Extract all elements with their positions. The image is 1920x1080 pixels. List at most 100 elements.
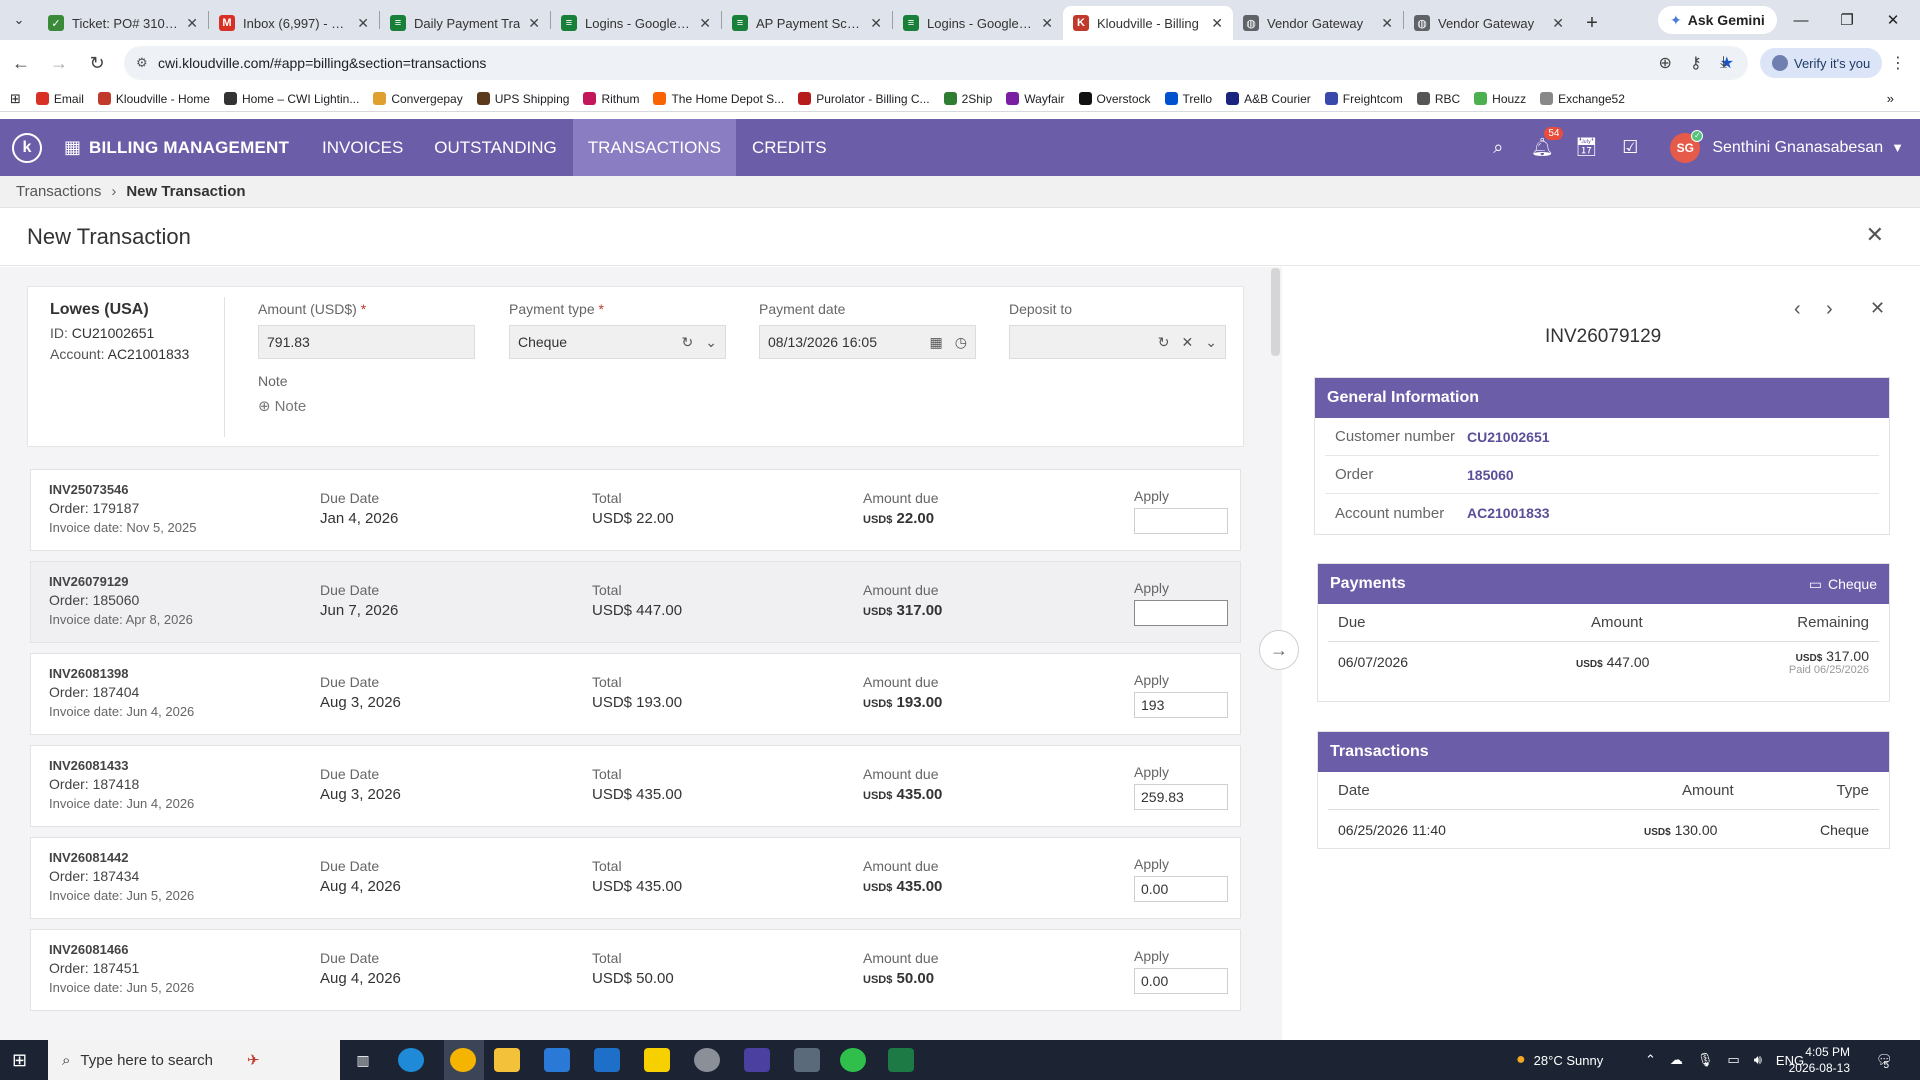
apply-amount-input[interactable] [1134,784,1228,810]
file-explorer-icon[interactable] [494,1048,520,1072]
apply-amount-input[interactable] [1134,508,1228,534]
sticky-notes-icon[interactable] [644,1048,670,1072]
arrow-right-icon[interactable]: → [1259,630,1299,670]
browser-tab[interactable]: K Kloudville - Billing ✕ [1063,6,1233,40]
close-panel-icon[interactable]: ✕ [1870,298,1885,319]
store-icon[interactable] [544,1048,570,1072]
tab-close-icon[interactable]: ✕ [1552,15,1564,32]
payment-date-input[interactable]: 08/13/2026 16:05 ▦ ◷ [759,325,976,359]
restore-icon[interactable]: ❐ [1824,0,1870,40]
clock-icon[interactable]: ◷ [955,334,967,351]
nav-tab-invoices[interactable]: INVOICES [307,119,418,176]
chevron-down-icon[interactable]: ⌄ [1205,334,1217,351]
bookmark-item[interactable]: Convergepay [366,92,469,106]
site-info-icon[interactable]: ⚙ [136,55,148,71]
browser-tab[interactable]: M Inbox (6,997) - acc ✕ [209,6,379,40]
invoice-row[interactable]: INV26081466 Order: 187451 Invoice date: Ju… [30,929,1241,1011]
invoice-number[interactable]: INV25073546 [49,482,129,497]
tab-close-icon[interactable]: ✕ [699,15,711,32]
invoice-number[interactable]: INV26079129 [49,574,129,589]
back-icon[interactable]: ← [4,46,38,80]
password-key-icon[interactable]: ⚷ [1690,53,1702,73]
windows-start-icon[interactable]: ⊞ [12,1050,27,1071]
apps-grid-icon[interactable]: ⊞ [10,91,21,107]
browser-tab[interactable]: ≡ Logins - Google Sh ✕ [893,6,1063,40]
calendar-icon[interactable]: ▦ [930,334,943,351]
bookmark-item[interactable]: Kloudville - Home [91,92,217,106]
chevron-down-icon[interactable]: ▼ [1891,140,1904,155]
kloudville-logo[interactable]: k [12,132,42,163]
tab-close-icon[interactable]: ✕ [357,15,369,32]
edge-icon[interactable] [398,1048,424,1072]
bookmark-item[interactable]: UPS Shipping [470,92,577,106]
bookmark-item[interactable]: Trello [1158,92,1220,106]
app-grid-icon[interactable]: ▦ [64,137,81,158]
deposit-to-select[interactable]: ↻ ✕ ⌄ [1009,325,1226,359]
general-info-value[interactable]: AC21001833 [1467,505,1550,521]
volume-icon[interactable]: 🔊︎ [1754,1052,1762,1068]
chevron-down-icon[interactable]: ⌄ [705,334,717,351]
nav-tab-transactions[interactable]: TRANSACTIONS [572,119,736,176]
chrome-icon[interactable] [450,1048,476,1072]
amount-input[interactable]: 791.83 [258,325,475,359]
close-icon[interactable]: ✕ [1866,222,1884,248]
apply-amount-input[interactable] [1134,876,1228,902]
invoice-row[interactable]: INV26079129 Order: 185060 Invoice date: Ap… [30,561,1241,643]
browser-tab[interactable]: ≡ Daily Payment Tra ✕ [380,6,550,40]
cloud-icon[interactable]: ☁ [1670,1052,1683,1068]
tab-close-icon[interactable]: ✕ [1381,15,1393,32]
chevron-up-icon[interactable]: ⌃ [1645,1052,1656,1068]
task-view-icon[interactable]: ▥ [350,1048,376,1072]
next-invoice-icon[interactable]: › [1826,298,1833,321]
apply-amount-input[interactable] [1134,692,1228,718]
bookmark-item[interactable]: 2Ship [937,92,1000,106]
zoom-icon[interactable]: ⊕ [1659,53,1672,73]
new-tab-button[interactable]: + [1574,6,1610,40]
notifications-button[interactable]: 💬︎ 5 [1876,1040,1893,1080]
mic-icon[interactable]: 🎙︎ [1697,1052,1714,1068]
bookmark-item[interactable]: The Home Depot S... [646,92,791,106]
scrollbar-thumb[interactable] [1271,268,1280,356]
nav-tab-credits[interactable]: CREDITS [737,119,842,176]
bookmark-item[interactable]: RBC [1410,92,1467,106]
apply-amount-input[interactable] [1134,600,1228,626]
invoice-row[interactable]: INV26081398 Order: 187404 Invoice date: Ju… [30,653,1241,735]
bookmark-item[interactable]: Overstock [1072,92,1158,106]
bookmark-item[interactable]: Rithum [576,92,646,106]
tab-close-icon[interactable]: ✕ [870,15,882,32]
forward-icon[interactable]: → [42,46,76,80]
browser-tab[interactable]: ≡ AP Payment Sched ✕ [722,6,892,40]
transaction-row[interactable]: 06/25/2026 11:40 USD$ 130.00 Cheque [1328,810,1879,850]
taskbar-search[interactable]: ⌕ Type here to search ✈ [48,1040,340,1080]
weather[interactable]: ● 28°C Sunny [1516,1040,1603,1080]
tab-close-icon[interactable]: ✕ [528,15,540,32]
general-info-value[interactable]: 185060 [1467,467,1514,483]
search-icon[interactable]: ⌕ [1476,137,1520,158]
refresh-icon[interactable]: ↻ [1158,334,1170,351]
bookmark-item[interactable]: Exchange52 [1533,92,1632,106]
breadcrumb-transactions[interactable]: Transactions [16,183,101,200]
bookmark-item[interactable]: Home – CWI Lightin... [217,92,366,106]
invoice-number[interactable]: INV26081398 [49,666,129,681]
browser-tab[interactable]: ✓ Ticket: PO# 31046 ✕ [38,6,208,40]
user-name[interactable]: Senthini Gnanasabesan [1712,139,1883,157]
download-icon[interactable]: ⤓ [1720,54,1727,72]
invoice-row[interactable]: INV26081433 Order: 187418 Invoice date: Ju… [30,745,1241,827]
invoice-row[interactable]: INV25073546 Order: 179187 Invoice date: No… [30,469,1241,551]
chat-icon[interactable] [840,1048,866,1072]
ask-gemini-button[interactable]: ✦ Ask Gemini [1658,6,1777,34]
teams-icon[interactable] [744,1048,770,1072]
browser-tab[interactable]: ◍ Vendor Gateway ✕ [1404,6,1574,40]
avatar[interactable]: SG ✓ [1670,129,1704,163]
minimize-icon[interactable]: — [1778,0,1824,40]
window-close-icon[interactable]: ✕ [1870,0,1916,40]
taskbar-clock[interactable]: 4:05 PM 2026-08-13 [1766,1044,1850,1076]
apply-amount-input[interactable] [1134,968,1228,994]
browser-tab[interactable]: ≡ Logins - Google Sh ✕ [551,6,721,40]
nav-tab-outstanding[interactable]: OUTSTANDING [419,119,571,176]
invoice-row[interactable]: INV26081442 Order: 187434 Invoice date: Ju… [30,837,1241,919]
add-note-button[interactable]: ⊕ Note [258,397,306,416]
browser-menu-icon[interactable]: ⋮ [1890,53,1906,73]
refresh-icon[interactable]: ↻ [682,334,694,351]
bookmark-item[interactable]: Houzz [1467,92,1533,106]
